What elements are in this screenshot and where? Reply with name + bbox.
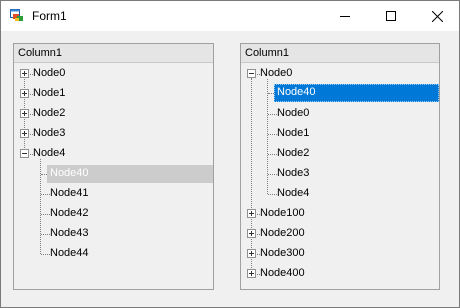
- tree-connector: [41, 174, 47, 175]
- tree-node-expanded[interactable]: Node0: [241, 65, 439, 83]
- node-label: Node4: [33, 147, 66, 159]
- node-label: Node1: [33, 87, 66, 99]
- tree-connector: [268, 93, 274, 94]
- tree-node-selected[interactable]: Node40: [274, 84, 439, 102]
- tree-connector: [41, 234, 50, 235]
- tree-node[interactable]: Node1: [241, 125, 439, 143]
- tree-node[interactable]: Node3: [14, 125, 213, 143]
- tree-connector: [41, 254, 50, 255]
- collapse-icon: [20, 149, 29, 158]
- tree-node-expanded[interactable]: Node4: [14, 145, 213, 163]
- tree-node[interactable]: Node3: [241, 165, 439, 183]
- node-label: Node400: [260, 267, 305, 279]
- minimize-button[interactable]: [322, 1, 368, 31]
- left-column-header[interactable]: Column1: [14, 44, 213, 63]
- tree-node[interactable]: Node42: [14, 205, 213, 223]
- maximize-icon: [386, 11, 396, 21]
- node-label: Node0: [260, 67, 293, 79]
- expand-icon: [20, 109, 29, 118]
- tree-connector: [268, 114, 277, 115]
- node-label: Node4: [277, 187, 310, 199]
- node-label: Node3: [277, 167, 310, 179]
- left-column-header-label: Column1: [18, 47, 63, 59]
- node-label: Node42: [50, 207, 89, 219]
- tree-node[interactable]: Node1: [14, 85, 213, 103]
- node-label: Node100: [260, 207, 305, 219]
- expand-icon: [247, 249, 256, 258]
- window-title: Form1: [32, 9, 67, 23]
- node-label: Node40: [50, 167, 89, 179]
- node-label: Node3: [33, 127, 66, 139]
- tree-node[interactable]: Node41: [14, 185, 213, 203]
- node-label: Node300: [260, 247, 305, 259]
- node-label: Node2: [277, 147, 310, 159]
- node-label: Node0: [33, 67, 66, 79]
- left-tree-view[interactable]: Column1 Node0 Node1 Node2 Node3 Node4 No…: [13, 43, 214, 290]
- tree-node[interactable]: Node400: [241, 265, 439, 283]
- right-column-header[interactable]: Column1: [241, 44, 439, 63]
- expand-icon: [20, 69, 29, 78]
- right-tree-view[interactable]: Column1 Node0 Node40 Node0 Node1 Node2 N…: [240, 43, 440, 290]
- node-label: Node43: [50, 227, 89, 239]
- node-label: Node41: [50, 187, 89, 199]
- node-label: Node2: [33, 107, 66, 119]
- collapse-icon: [247, 69, 256, 78]
- tree-node[interactable]: Node200: [241, 225, 439, 243]
- tree-node-selected[interactable]: Node40: [47, 165, 213, 183]
- tree-node[interactable]: Node2: [14, 105, 213, 123]
- minimize-icon: [340, 16, 350, 17]
- right-column-header-label: Column1: [245, 47, 290, 59]
- tree-connector: [268, 134, 277, 135]
- title-bar[interactable]: Form1: [1, 1, 459, 31]
- tree-connector: [268, 154, 277, 155]
- tree-node[interactable]: Node0: [14, 65, 213, 83]
- close-button[interactable]: [414, 1, 460, 31]
- expand-icon: [20, 129, 29, 138]
- maximize-button[interactable]: [368, 1, 414, 31]
- tree-node[interactable]: Node0: [241, 105, 439, 123]
- tree-connector: [41, 194, 50, 195]
- tree-node[interactable]: Node43: [14, 225, 213, 243]
- node-label: Node44: [50, 247, 89, 259]
- node-label: Node40: [277, 86, 316, 98]
- form-window: Form1 Column1 Node0 Node1 Node2 Node3 No…: [0, 0, 460, 308]
- node-label: Node1: [277, 127, 310, 139]
- node-label: Node200: [260, 227, 305, 239]
- node-label: Node0: [277, 107, 310, 119]
- tree-node[interactable]: Node100: [241, 205, 439, 223]
- tree-node[interactable]: Node2: [241, 145, 439, 163]
- expand-icon: [247, 209, 256, 218]
- expand-icon: [247, 269, 256, 278]
- close-icon: [431, 10, 443, 22]
- expand-icon: [20, 89, 29, 98]
- app-icon: [10, 9, 24, 22]
- tree-connector: [268, 194, 277, 195]
- tree-node[interactable]: Node4: [241, 185, 439, 203]
- tree-node[interactable]: Node44: [14, 245, 213, 263]
- expand-icon: [247, 229, 256, 238]
- tree-node[interactable]: Node300: [241, 245, 439, 263]
- tree-connector: [41, 214, 50, 215]
- tree-connector: [268, 174, 277, 175]
